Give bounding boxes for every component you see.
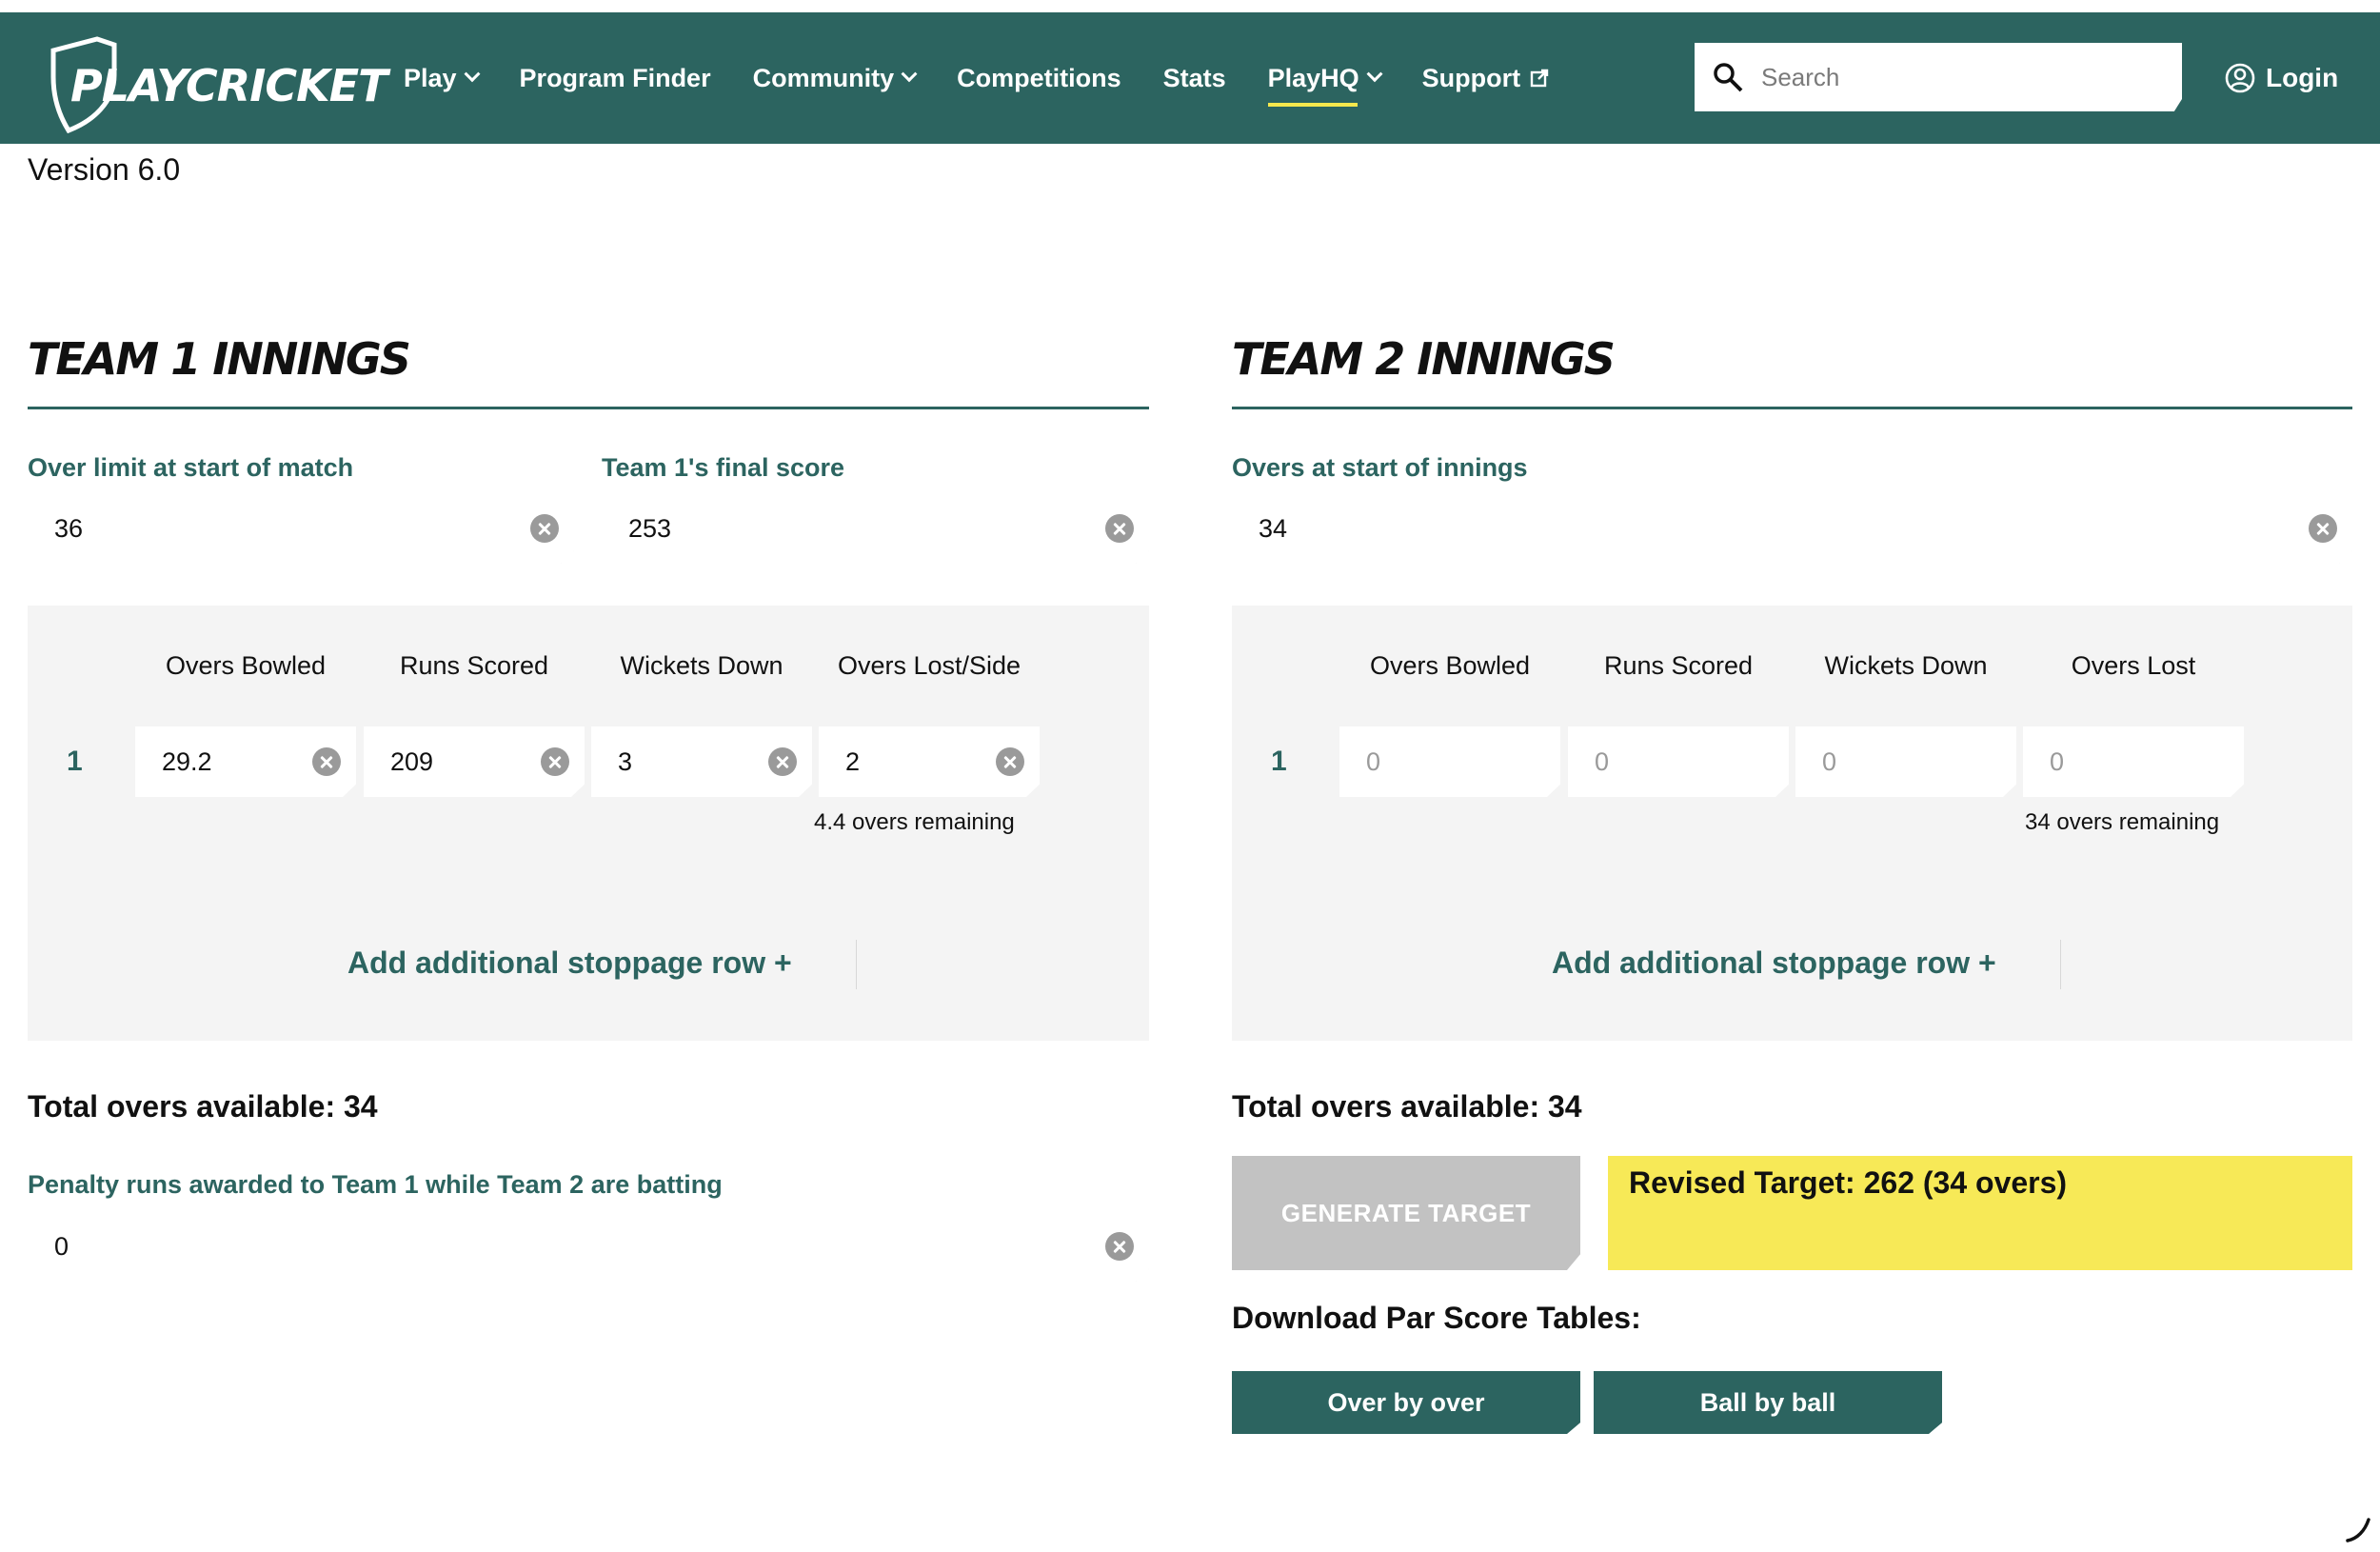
team1-overs-bowled-input[interactable]: 29.2 <box>135 726 356 797</box>
final-score-field[interactable]: 253 <box>602 493 1149 564</box>
nav-support[interactable]: Support <box>1422 64 1549 93</box>
generate-target-button[interactable]: GENERATE TARGET <box>1232 1156 1580 1270</box>
download-par-label: Download Par Score Tables: <box>1232 1301 1641 1335</box>
user-icon <box>2225 63 2255 93</box>
nav-stats[interactable]: Stats <box>1163 64 1226 93</box>
team1-runs-scored-input[interactable]: 209 <box>364 726 585 797</box>
over-limit-value: 36 <box>54 513 84 543</box>
nav-competitions-label: Competitions <box>957 63 1121 92</box>
overs-start-label: Overs at start of innings <box>1232 453 1528 482</box>
team2-runs-scored-input[interactable]: 0 <box>1568 726 1789 797</box>
loading-spinner-icon <box>2346 1518 2370 1542</box>
logo-text: PLAYCRICKET <box>70 60 388 111</box>
penalty-label: Penalty runs awarded to Team 1 while Tea… <box>28 1170 723 1199</box>
team2-add-stoppage-row[interactable]: Add additional stoppage row + <box>1552 945 1996 981</box>
nav-play[interactable]: Play <box>404 63 481 93</box>
clear-icon[interactable] <box>996 747 1024 776</box>
chevron-down-icon <box>1366 66 1383 83</box>
penalty-runs-field[interactable]: 0 <box>28 1211 1149 1282</box>
clear-icon[interactable] <box>768 747 797 776</box>
over-limit-field[interactable]: 36 <box>28 493 574 564</box>
col-overs-lost: Overs Lost <box>2071 651 2196 680</box>
cell-value: 209 <box>390 746 434 776</box>
main-nav: Play Program Finder Community Competitio… <box>404 12 1591 144</box>
chevron-down-icon <box>464 66 481 83</box>
col-wickets-down: Wickets Down <box>1824 651 1988 680</box>
row-number: 1 <box>67 746 83 777</box>
team2-title: TEAM 2 INNINGS <box>1232 333 1616 385</box>
version-text: Version 6.0 <box>28 152 181 187</box>
team2-wickets-down-input[interactable]: 0 <box>1795 726 2016 797</box>
site-header: PLAYCRICKET Play Program Finder Communit… <box>0 12 2380 144</box>
external-link-icon <box>1530 69 1549 88</box>
clear-icon[interactable] <box>530 514 559 543</box>
search-icon <box>1714 63 1743 92</box>
search-box[interactable] <box>1695 43 2182 111</box>
chevron-down-icon <box>901 66 918 83</box>
overs-start-value: 34 <box>1259 513 1288 543</box>
team2-overs-bowled-input[interactable]: 0 <box>1339 726 1560 797</box>
team2-divider <box>1232 407 2352 409</box>
team1-total-overs: Total overs available: 34 <box>28 1089 378 1124</box>
team1-wickets-down-input[interactable]: 3 <box>591 726 812 797</box>
nav-play-label: Play <box>404 63 457 92</box>
top-strip <box>0 0 2380 12</box>
final-score-value: 253 <box>628 513 672 543</box>
cell-value: 0 <box>1822 746 1837 776</box>
over-by-over-button[interactable]: Over by over <box>1232 1371 1580 1434</box>
col-runs-scored: Runs Scored <box>399 651 549 680</box>
cell-value: 0 <box>1595 746 1610 776</box>
nav-community[interactable]: Community <box>752 63 918 93</box>
team1-overs-lost-input[interactable]: 2 <box>819 726 1040 797</box>
team1-title: TEAM 1 INNINGS <box>28 333 411 385</box>
nav-playhq[interactable]: PlayHQ <box>1267 63 1383 107</box>
nav-playhq-label: PlayHQ <box>1267 63 1359 92</box>
login-button[interactable]: Login <box>2224 12 2338 144</box>
clear-icon[interactable] <box>312 747 341 776</box>
team1-overs-remaining: 4.4 overs remaining <box>814 809 1015 835</box>
clear-icon[interactable] <box>541 747 569 776</box>
clear-icon[interactable] <box>1105 514 1134 543</box>
search-input[interactable] <box>1761 62 2161 92</box>
cell-value: 2 <box>845 746 861 776</box>
col-wickets-down: Wickets Down <box>620 651 783 680</box>
clear-icon[interactable] <box>2309 514 2337 543</box>
nav-community-label: Community <box>752 63 895 92</box>
clear-icon[interactable] <box>1105 1232 1134 1261</box>
login-label: Login <box>2266 63 2339 92</box>
penalty-runs-value: 0 <box>54 1231 69 1261</box>
divider <box>856 940 857 989</box>
final-score-label: Team 1's final score <box>602 453 845 482</box>
nav-stats-label: Stats <box>1162 63 1226 92</box>
revised-target-box: Revised Target: 262 (34 overs) <box>1608 1156 2352 1270</box>
over-limit-label: Over limit at start of match <box>28 453 354 482</box>
cell-value: 0 <box>2050 746 2065 776</box>
col-runs-scored: Runs Scored <box>1603 651 1754 680</box>
col-overs-bowled: Overs Bowled <box>1369 651 1531 680</box>
divider <box>2060 940 2061 989</box>
team2-total-overs: Total overs available: 34 <box>1232 1089 1582 1124</box>
nav-program-finder-label: Program Finder <box>519 63 711 92</box>
team1-divider <box>28 407 1149 409</box>
team1-add-stoppage-row[interactable]: Add additional stoppage row + <box>347 945 792 981</box>
nav-program-finder[interactable]: Program Finder <box>520 64 711 93</box>
team2-overs-lost-input[interactable]: 0 <box>2023 726 2244 797</box>
col-overs-lost: Overs Lost/Side <box>837 651 1021 680</box>
revised-target-text: Revised Target: 262 (34 overs) <box>1629 1165 2068 1200</box>
nav-competitions[interactable]: Competitions <box>957 64 1121 93</box>
ball-by-ball-button[interactable]: Ball by ball <box>1594 1371 1942 1434</box>
team2-overs-remaining: 34 overs remaining <box>2025 809 2220 835</box>
col-overs-bowled: Overs Bowled <box>165 651 327 680</box>
cell-value: 3 <box>618 746 633 776</box>
row-number: 1 <box>1271 746 1287 777</box>
cell-value: 0 <box>1366 746 1381 776</box>
nav-support-label: Support <box>1421 63 1521 92</box>
overs-start-field[interactable]: 34 <box>1232 493 2352 564</box>
cell-value: 29.2 <box>162 746 212 776</box>
